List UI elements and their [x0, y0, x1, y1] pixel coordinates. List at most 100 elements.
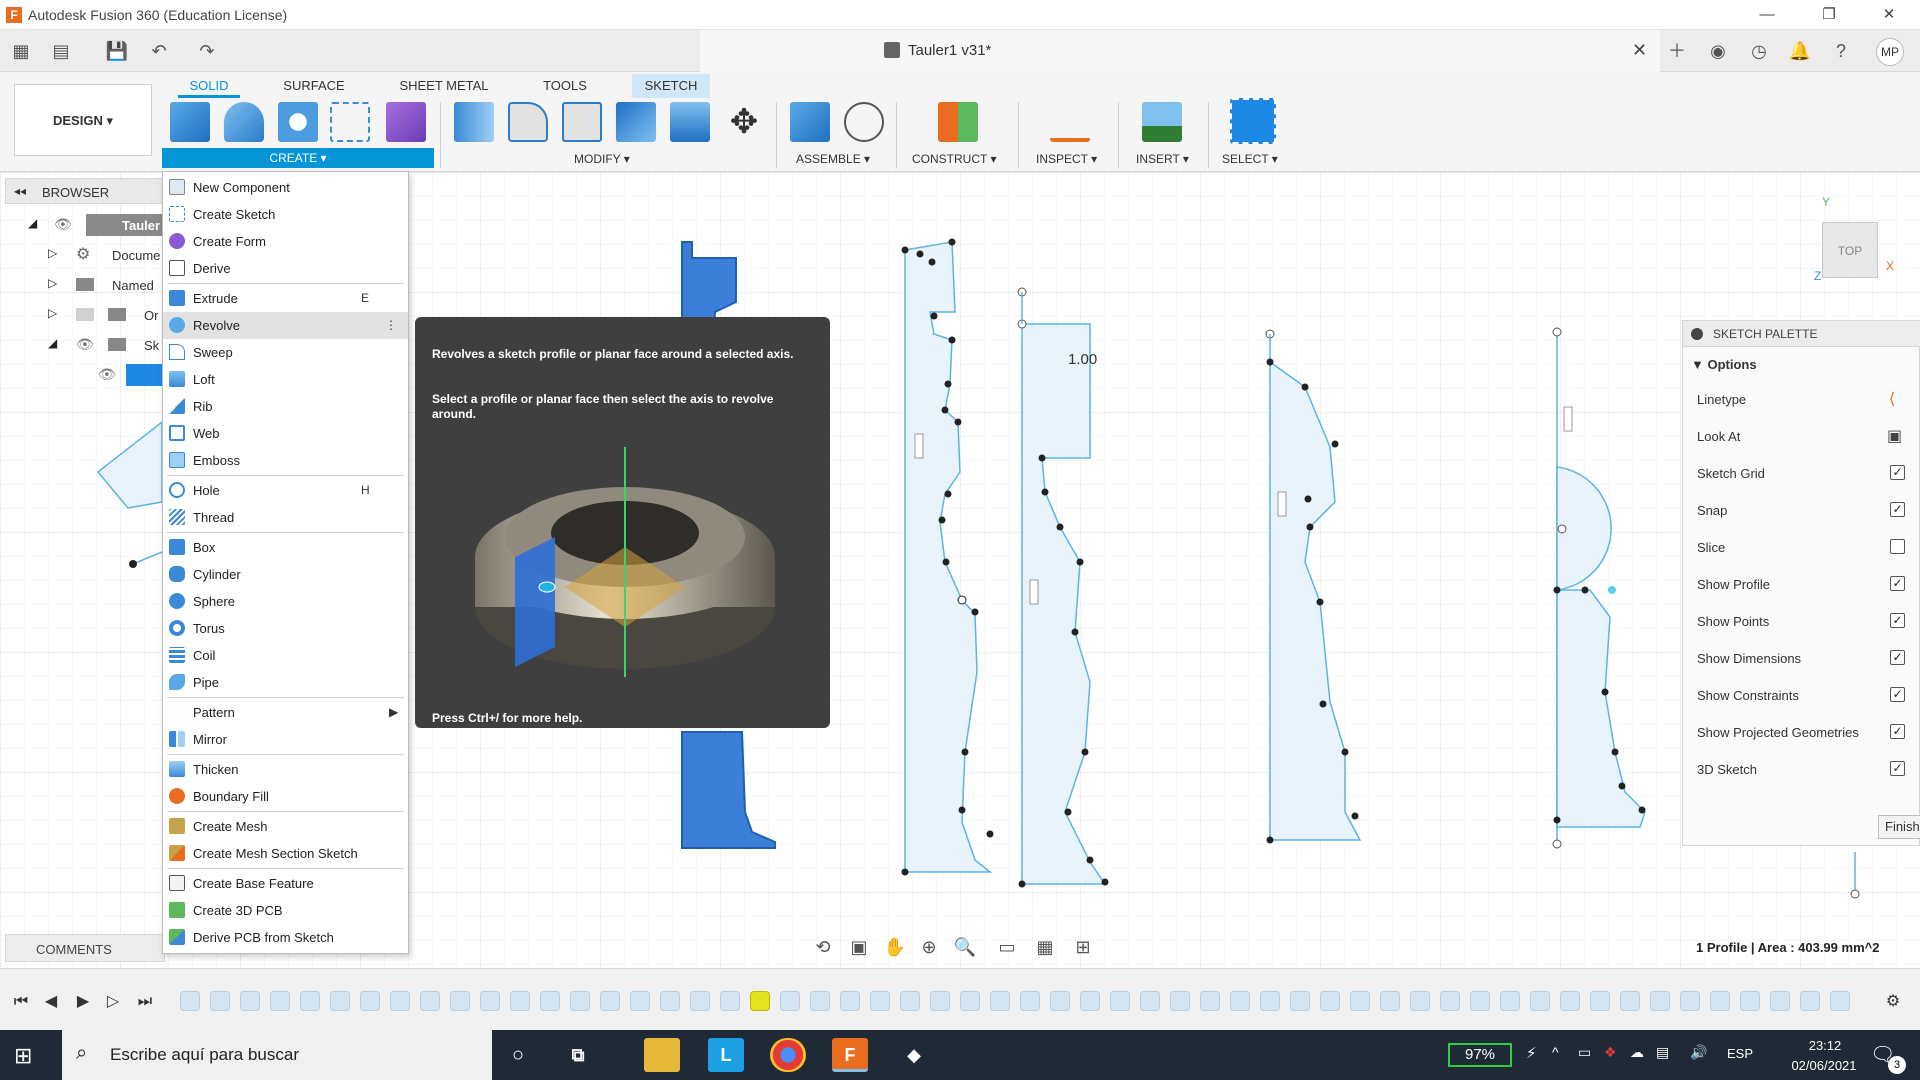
dimension-label[interactable]: 1.00	[1068, 351, 1097, 368]
redo-icon[interactable]: ↷	[194, 38, 220, 64]
timeline-feature-icon[interactable]	[600, 991, 620, 1011]
timeline-feature-icon[interactable]	[1620, 991, 1640, 1011]
timeline-feature-icon[interactable]	[1770, 991, 1790, 1011]
timeline-feature-icon[interactable]	[1290, 991, 1310, 1011]
orbit-icon[interactable]: ⟲	[810, 934, 836, 960]
new-component-icon[interactable]	[170, 102, 210, 142]
chrome-icon[interactable]	[770, 1038, 806, 1072]
timeline-feature-icon[interactable]	[300, 991, 320, 1011]
menu-item-create-base-feature[interactable]: Create Base Feature	[163, 870, 408, 897]
windows-start-icon[interactable]: ⊞	[14, 1043, 32, 1069]
press-pull-icon[interactable]	[454, 102, 494, 142]
timeline-feature-icon[interactable]	[240, 991, 260, 1011]
fit-icon[interactable]: 🔍	[952, 934, 978, 960]
timeline-feature-icon[interactable]	[1440, 991, 1460, 1011]
save-icon[interactable]: 💾	[104, 38, 130, 64]
tab-solid[interactable]: SOLID	[178, 74, 240, 98]
menu-item-hole[interactable]: Hole H	[163, 477, 408, 504]
timeline-feature-icon[interactable]	[360, 991, 380, 1011]
menu-item-sphere[interactable]: Sphere	[163, 588, 408, 615]
timeline-feature-icon[interactable]	[1200, 991, 1220, 1011]
menu-item-cylinder[interactable]: Cylinder	[163, 561, 408, 588]
timeline-feature-icon[interactable]	[540, 991, 560, 1011]
timeline-feature-icon[interactable]	[1020, 991, 1040, 1011]
browser-panel-header[interactable]: ◂◂ BROWSER	[5, 178, 165, 204]
timeline-feature-icon[interactable]	[1590, 991, 1610, 1011]
network-icon[interactable]: ▤	[1656, 1044, 1669, 1061]
menu-item-create-mesh[interactable]: Create Mesh	[163, 813, 408, 840]
palette-row-show-constraints[interactable]: Show Constraints ✓	[1683, 677, 1920, 714]
palette-row-look-at[interactable]: Look At ▣	[1683, 418, 1920, 455]
timeline-track[interactable]	[180, 969, 1860, 1031]
timeline-feature-icon[interactable]	[1320, 991, 1340, 1011]
browser-row-sketch-item[interactable]: 👁	[0, 362, 166, 388]
browser-row-document-settings[interactable]: ▷ ⚙ Docume	[0, 242, 165, 268]
timeline-feature-icon[interactable]	[1530, 991, 1550, 1011]
close-window-button[interactable]: ✕	[1866, 4, 1912, 26]
menu-item-create-sketch[interactable]: Create Sketch	[163, 201, 408, 228]
input-language[interactable]: ESP	[1727, 1046, 1753, 1061]
palette-row-show-projected-geometries[interactable]: Show Projected Geometries ✓	[1683, 714, 1920, 751]
timeline-feature-icon[interactable]	[1080, 991, 1100, 1011]
timeline-feature-icon[interactable]	[1710, 991, 1730, 1011]
pattern-icon[interactable]	[330, 102, 370, 142]
timeline-feature-icon[interactable]	[510, 991, 530, 1011]
menu-item-derive-pcb-from-sketch[interactable]: Derive PCB from Sketch	[163, 924, 408, 951]
cortana-icon[interactable]: ○	[500, 1038, 536, 1072]
extrude-icon[interactable]	[224, 102, 264, 142]
menu-item-torus[interactable]: Torus	[163, 615, 408, 642]
timeline-feature-icon[interactable]	[720, 991, 740, 1011]
lightshot-app-icon[interactable]: L	[708, 1038, 744, 1072]
timeline-feature-icon[interactable]	[1350, 991, 1370, 1011]
palette-row-sketch-grid[interactable]: Sketch Grid ✓	[1683, 455, 1920, 492]
measure-icon[interactable]	[1050, 102, 1090, 142]
tab-surface[interactable]: SURFACE	[276, 74, 352, 98]
timeline-feature-icon[interactable]	[960, 991, 980, 1011]
timeline-play-button[interactable]: ▶	[72, 991, 94, 1013]
menu-item-mirror[interactable]: Mirror	[163, 726, 408, 753]
file-explorer-icon[interactable]	[644, 1038, 680, 1072]
expand-arrow-icon[interactable]: ▷	[48, 306, 57, 320]
menu-item-loft[interactable]: Loft	[163, 366, 408, 393]
timeline-feature-icon[interactable]	[180, 991, 200, 1011]
create-group-label[interactable]: CREATE ▾	[162, 148, 434, 168]
timeline-feature-icon[interactable]	[1740, 991, 1760, 1011]
fusion-360-taskbar-icon[interactable]: F	[832, 1038, 868, 1072]
battery-indicator[interactable]: 97%	[1448, 1043, 1512, 1067]
taskbar-search-box[interactable]: ⌕ Escribe aquí para buscar	[62, 1030, 492, 1080]
sketch-palette-header[interactable]: SKETCH PALETTE	[1683, 321, 1920, 347]
timeline-feature-icon[interactable]	[480, 991, 500, 1011]
palette-row-show-points[interactable]: Show Points ✓	[1683, 603, 1920, 640]
timeline-feature-icon[interactable]	[570, 991, 590, 1011]
visibility-eye-icon[interactable]: 👁	[54, 216, 72, 233]
expand-arrow-icon[interactable]: ▷	[48, 276, 57, 290]
tab-tools[interactable]: TOOLS	[535, 74, 595, 98]
minimize-button[interactable]: —	[1744, 4, 1790, 26]
timeline-feature-icon[interactable]	[1800, 991, 1820, 1011]
menu-item-coil[interactable]: Coil	[163, 642, 408, 669]
timeline-feature-icon[interactable]	[1410, 991, 1430, 1011]
collapse-palette-icon[interactable]	[1691, 328, 1703, 340]
menu-item-sweep[interactable]: Sweep	[163, 339, 408, 366]
menu-item-web[interactable]: Web	[163, 420, 408, 447]
new-tab-icon[interactable]: ＋	[1664, 38, 1690, 64]
task-view-icon[interactable]: ⧉	[560, 1038, 596, 1072]
dropbox-icon[interactable]: ❖	[1604, 1044, 1617, 1061]
offset-plane-icon[interactable]	[938, 102, 978, 142]
timeline-feature-icon[interactable]	[990, 991, 1010, 1011]
menu-item-emboss[interactable]: Emboss	[163, 447, 408, 474]
timeline-feature-icon[interactable]	[1650, 991, 1670, 1011]
menu-item-new-component[interactable]: New Component	[163, 174, 408, 201]
close-document-icon[interactable]: ✕	[1632, 40, 1647, 61]
timeline-feature-icon[interactable]	[1500, 991, 1520, 1011]
browser-row-root[interactable]: ◢ 👁 Tauler	[0, 212, 166, 238]
assemble-group-label[interactable]: ASSEMBLE ▾	[796, 152, 870, 166]
timeline-feature-icon[interactable]	[1260, 991, 1280, 1011]
palette-row-show-profile[interactable]: Show Profile ✓	[1683, 566, 1920, 603]
insert-image-icon[interactable]	[1142, 102, 1182, 142]
timeline-feature-icon[interactable]	[930, 991, 950, 1011]
modify-group-label[interactable]: MODIFY ▾	[574, 152, 630, 166]
display-settings-icon[interactable]: ▭	[994, 934, 1020, 960]
timeline-feature-icon[interactable]	[1830, 991, 1850, 1011]
palette-row-snap[interactable]: Snap ✓	[1683, 492, 1920, 529]
